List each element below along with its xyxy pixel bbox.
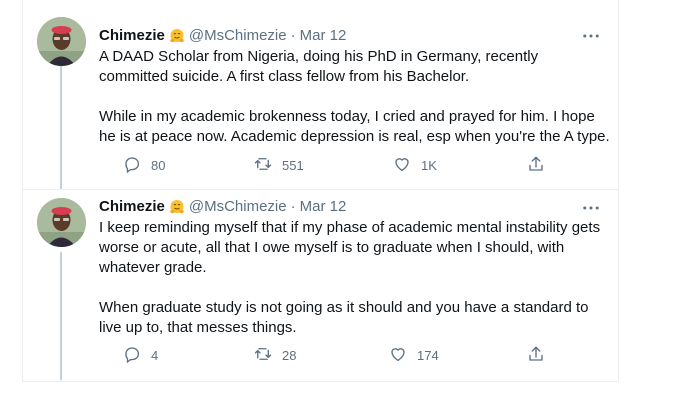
more-dots-icon[interactable] [580,29,602,43]
separator: · [290,27,296,44]
reply-count: 4 [151,348,159,363]
like-count: 1K [421,158,437,173]
hugging-face-icon [169,28,185,44]
heart-icon [393,155,411,176]
tweet-thread: Chimezie @MsChimezie · Mar 12 A DAAD Sch… [22,0,619,382]
tweet-header: Chimezie @MsChimezie · Mar 12 [99,198,346,215]
hugging-face-icon [169,199,185,215]
more-dots-icon[interactable] [580,201,602,215]
share-icon [527,345,545,366]
retweet-icon [254,155,272,176]
timestamp[interactable]: Mar 12 [300,198,347,215]
handle[interactable]: @MsChimezie [189,27,287,44]
handle[interactable]: @MsChimezie [189,198,287,215]
tweet-actions: 80 551 1K [123,155,563,175]
retweet-icon [254,345,272,366]
avatar[interactable] [37,198,86,247]
reply-count: 80 [151,158,166,173]
thread-line [60,252,62,380]
reply-button[interactable]: 80 [123,155,165,176]
tweet-header: Chimezie @MsChimezie · Mar 12 [99,27,346,44]
tweet-actions: 4 28 174 [123,345,563,365]
share-button[interactable] [527,345,545,366]
reply-icon [123,155,141,176]
like-button[interactable]: 1K [393,155,437,176]
display-name[interactable]: Chimezie [99,27,165,44]
retweet-button[interactable]: 28 [254,345,296,366]
tweet[interactable]: Chimezie @MsChimezie · Mar 12 [23,0,618,190]
thread-line [60,66,62,189]
like-count: 174 [417,348,439,363]
reply-icon [123,345,141,366]
display-name[interactable]: Chimezie [99,198,165,215]
separator: · [290,198,296,215]
share-icon [527,155,545,176]
tweet-text: I keep reminding myself that if my phase… [99,219,601,336]
tweet[interactable]: Chimezie @MsChimezie · Mar 12 [23,189,618,381]
heart-icon [389,345,407,366]
avatar[interactable] [37,17,86,66]
retweet-button[interactable]: 551 [254,155,304,176]
retweet-count: 551 [282,158,304,173]
reply-button[interactable]: 4 [123,345,158,366]
like-button[interactable]: 174 [389,345,439,366]
timestamp[interactable]: Mar 12 [300,27,347,44]
share-button[interactable] [527,155,545,176]
tweet-text: A DAAD Scholar from Nigeria, doing his P… [99,48,610,145]
retweet-count: 28 [282,348,297,363]
